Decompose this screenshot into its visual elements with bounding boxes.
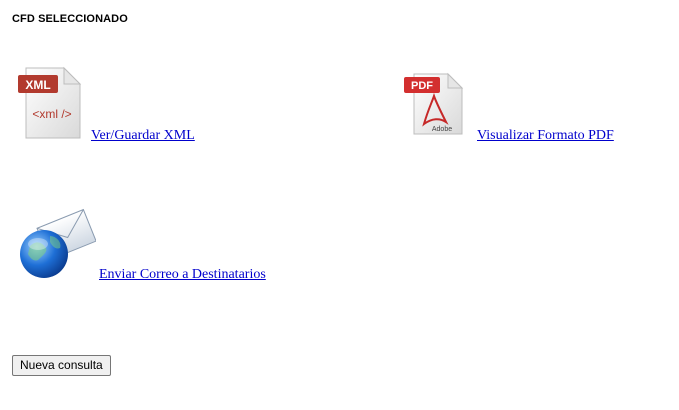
xml-file-icon[interactable]: XML <xml /> [16, 66, 84, 142]
new-query-button[interactable]: Nueva consulta [12, 355, 111, 376]
svg-text:<xml />: <xml /> [32, 107, 71, 121]
view-save-xml-link[interactable]: Ver/Guardar XML [91, 128, 195, 144]
pdf-file-icon[interactable]: PDF Adobe [402, 72, 466, 138]
email-globe-icon[interactable] [18, 206, 96, 282]
send-email-recipients-link[interactable]: Enviar Correo a Destinatarios [99, 267, 266, 283]
svg-text:XML: XML [25, 78, 50, 92]
page-title: CFD SELECCIONADO [12, 13, 128, 25]
view-pdf-format-link[interactable]: Visualizar Formato PDF [477, 128, 614, 144]
svg-text:Adobe: Adobe [432, 126, 452, 133]
svg-text:PDF: PDF [411, 80, 433, 92]
